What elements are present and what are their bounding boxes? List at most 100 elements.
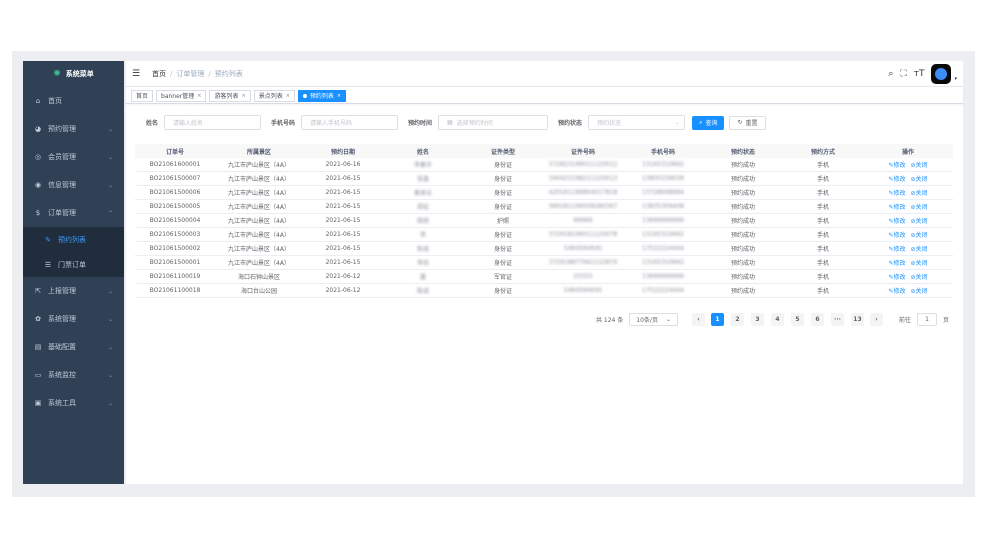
sidebar-item-dashboard[interactable]: ⌂ 首页 [23,87,124,115]
edit-button[interactable]: ✎修改 [888,244,905,253]
phone-label: 手机号码 [271,120,296,127]
column-header: 证件号码 [570,148,595,156]
page-button[interactable]: 5 [790,313,804,326]
table-cell: 李春华 [413,162,432,169]
table-cell: 预约成功 [730,288,755,295]
font-size-icon[interactable]: тT [914,69,925,79]
sidebar-item-external[interactable]: ⇱ 上报管理 ⌄ [23,277,124,305]
close-order-button[interactable]: ⊘关闭 [911,258,928,267]
table-cell: 身份证 [493,246,512,253]
table-cell: 手机 [816,218,829,225]
table-cell: 身份证 [493,176,512,183]
table-header: 订单号 所属景区 预约日期 姓名 证件类型 证件号码 手机号码 预约状态 预约方式 操作 [135,144,953,158]
goto-page-input[interactable]: 1 [917,313,937,326]
tag-0[interactable]: 首页 [131,89,154,102]
prev-page-button[interactable]: ‹ [691,313,705,326]
more-pages-button[interactable]: ··· [830,313,844,326]
caret-down-icon[interactable]: ▾ [954,76,957,82]
edit-button[interactable]: ✎修改 [888,258,905,267]
search-icon[interactable]: ⌕ [888,69,893,79]
date-picker[interactable]: ▦ 选择预约时间 [438,115,549,130]
close-label: 关闭 [915,288,928,295]
page-button[interactable]: 4 [770,313,784,326]
edit-button[interactable]: ✎修改 [888,216,905,225]
breadcrumb-separator: / [208,69,211,78]
tag-2[interactable]: 游客列表 × [209,89,251,102]
refresh-icon: ↻ [737,119,743,126]
sidebar-item-edit[interactable]: ✎ 预约列表 [23,227,124,252]
edit-button[interactable]: ✎修改 [888,188,905,197]
sidebar-item-gear[interactable]: ✿ 系统管理 ⌄ [23,305,124,333]
table-cell: 张鑫 [416,176,429,183]
sidebar-item-github[interactable]: ◎ 会员管理 ⌄ [23,143,124,171]
row-actions: ✎修改 ⊘关闭 [863,258,953,267]
tag-1[interactable]: banner管理 × [156,89,207,102]
close-label: 关闭 [915,246,928,253]
table-cell: 2021-06-15 [325,245,361,252]
page-button[interactable]: 13 [850,313,864,326]
table-cell: 13165310662 [642,231,684,238]
breadcrumb-order-management[interactable]: 订单管理 [176,69,204,79]
breadcrumb-home[interactable]: 首页 [152,69,166,79]
reservation-table: 订单号 所属景区 预约日期 姓名 证件类型 证件号码 手机号码 预约状态 预约方式 操作 BO21… [135,144,953,298]
table-cell: 2021-06-16 [325,161,361,168]
edit-button[interactable]: ✎修改 [888,174,905,183]
page-button[interactable]: 1 [710,313,724,326]
close-icon[interactable]: × [337,93,341,99]
hamburger-icon[interactable]: ☰ [132,69,142,79]
close-order-button[interactable]: ⊘关闭 [911,286,928,295]
name-input[interactable]: 请输入姓名 [164,115,262,130]
close-order-button[interactable]: ⊘关闭 [911,188,928,197]
fullscreen-icon[interactable]: ⛶ [900,69,906,79]
close-icon[interactable]: × [286,93,290,99]
page-size-select[interactable]: 10条/页 ⌄ [629,313,678,326]
avatar[interactable] [931,64,952,84]
row-actions: ✎修改 ⊘关闭 [863,188,953,197]
edit-button[interactable]: ✎修改 [888,272,905,281]
table-cell: 九江市庐山景区（4A） [228,176,290,183]
close-order-button[interactable]: ⊘关闭 [911,230,928,239]
table-cell: 姜承业 [413,190,432,197]
reset-button[interactable]: ↻ 重置 [729,115,766,130]
sidebar-item-list[interactable]: ☰ 门票订单 [23,252,124,277]
close-order-button[interactable]: ⊘关闭 [911,272,928,281]
chevron-down-icon: ⌄ [107,153,113,161]
table-cell: 李估 [416,260,429,267]
search-button[interactable]: ⌕ 查询 [692,115,725,130]
table-body: BO21061600001 九江市庐山景区（4A） 2021-06-16 李春华 身份证… [135,158,953,298]
gear-icon: ✿ [35,315,41,323]
page-button[interactable]: 2 [730,313,744,326]
tag-label: banner管理 [161,93,195,100]
close-icon[interactable]: × [241,93,245,99]
phone-input[interactable]: 请输入手机号码 [301,115,399,130]
table-cell: 25555 [573,273,593,280]
edit-button[interactable]: ✎修改 [888,230,905,239]
sidebar-item-eye[interactable]: ◉ 信息管理 ⌄ [23,171,124,199]
close-order-button[interactable]: ⊘关闭 [911,174,928,183]
page-button[interactable]: 3 [750,313,764,326]
close-order-button[interactable]: ⊘关闭 [911,202,928,211]
close-order-button[interactable]: ⊘关闭 [911,216,928,225]
tag-4[interactable]: 预约列表 × [297,89,347,102]
close-order-button[interactable]: ⊘关闭 [911,160,928,169]
close-icon[interactable]: × [197,93,201,99]
edit-button[interactable]: ✎修改 [888,286,905,295]
edit-button[interactable]: ✎修改 [888,202,905,211]
tool-icon: ▣ [34,399,42,407]
sidebar-item-calendar[interactable]: ◕ 预约管理 ⌄ [23,115,124,143]
sidebar-item-money[interactable]: $ 订单管理 ⌃ [23,199,124,227]
close-order-button[interactable]: ⊘关闭 [911,244,928,253]
page-button[interactable]: 6 [810,313,824,326]
status-select[interactable]: 预约状态 ⌄ [588,115,686,130]
tag-3[interactable]: 景点列表 × [253,89,295,102]
edit-button[interactable]: ✎修改 [888,160,905,169]
sidebar-logo[interactable]: ✺ 系统菜单 [23,61,124,87]
sidebar-item-monitor[interactable]: ▭ 系统监控 ⌄ [23,361,124,389]
table-cell: 13666666666 [642,273,684,280]
total-count: 共 124 条 [596,317,624,324]
next-page-button[interactable]: › [869,313,883,326]
sidebar-item-tool[interactable]: ▣ 系统工具 ⌄ [23,389,124,417]
table-cell: 2021-06-15 [325,217,361,224]
chevron-down-icon: ⌄ [107,181,113,189]
sidebar-item-form[interactable]: ▤ 基础配置 ⌄ [23,333,124,361]
